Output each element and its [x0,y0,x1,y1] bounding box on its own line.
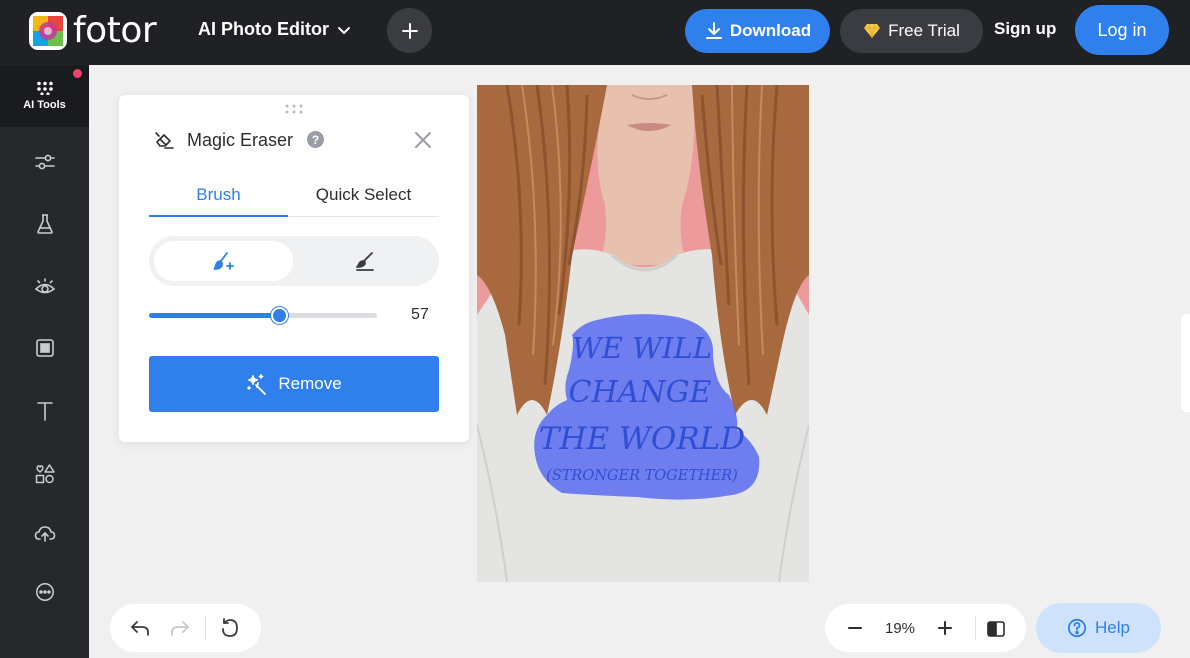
drag-handle-icon[interactable] [284,103,304,115]
sidebar-item-adjust[interactable] [0,131,89,193]
free-trial-label: Free Trial [888,21,960,40]
notification-dot [73,69,82,78]
magic-eraser-panel: Magic Eraser ? Brush Quick Select 57 Rem… [119,95,469,442]
question-circle-icon [1067,618,1087,638]
close-icon[interactable] [414,131,432,149]
add-button[interactable] [387,8,432,53]
download-button[interactable]: Download [685,9,830,53]
right-panel-handle[interactable] [1181,314,1190,412]
remove-label: Remove [278,374,342,393]
flask-icon [36,214,53,234]
compare-icon[interactable] [986,620,1006,638]
brush-erase-button[interactable] [295,241,434,281]
shirt-text-line-4: (STRONGER TOGETHER) [546,468,738,484]
zoom-level: 19% [885,620,916,637]
shirt-text-line-1: WE WILL [572,331,712,365]
sidebar-item-text[interactable] [0,380,89,442]
sidebar-item-frames[interactable] [0,317,89,379]
zoom-in-icon[interactable] [937,620,953,636]
sidebar-item-more[interactable] [0,561,89,623]
eraser-icon [155,132,174,149]
diamond-icon [864,23,881,39]
zoom-divider [975,616,976,640]
shirt-text-line-2: CHANGE [569,375,712,410]
editor-menu-dropdown[interactable]: AI Photo Editor [198,19,351,40]
zoom-controls: 19% [825,604,1026,652]
magic-wand-icon [247,374,267,395]
shirt-text-line-3: THE WORLD [539,421,745,457]
brush-add-button[interactable] [154,241,293,281]
log-in-label: Log in [1097,19,1147,40]
sign-up-link[interactable]: Sign up [994,19,1056,39]
canvas-photo[interactable]: WE WILL CHANGE THE WORLD (STRONGER TOGET… [477,85,809,582]
plus-icon [401,22,418,39]
undo-icon[interactable] [130,618,150,638]
active-tab-indicator [149,215,288,217]
brush-mode-toggle [149,236,439,286]
sidebar-item-label: AI Tools [23,99,66,111]
text-icon [36,402,53,421]
brush-size-slider[interactable] [149,307,377,324]
download-label: Download [729,21,812,40]
free-trial-button[interactable]: Free Trial [840,9,983,53]
help-label: Help [1095,618,1130,637]
photo-illustration: WE WILL CHANGE THE WORLD (STRONGER TOGET… [477,85,809,582]
sidebar-item-effects[interactable] [0,193,89,255]
history-divider [205,616,206,640]
sidebar-item-uploads[interactable] [0,502,89,564]
eye-icon [34,278,55,294]
brush-size-value: 57 [411,306,429,323]
history-controls [110,604,261,652]
tab-brush[interactable]: Brush [149,185,288,205]
tab-quick-select[interactable]: Quick Select [288,185,439,205]
shapes-icon [35,464,55,484]
panel-title: Magic Eraser [187,130,294,150]
more-icon [35,583,54,601]
help-badge-icon[interactable]: ? [307,131,324,148]
zoom-out-icon[interactable] [847,620,863,636]
help-button[interactable]: Help [1036,603,1161,653]
download-icon [705,22,722,39]
chevron-down-icon [337,26,350,34]
logo-text: fotor [73,10,157,51]
brush-size-slider-thumb[interactable] [271,307,288,324]
remove-button[interactable]: Remove [149,356,439,412]
sidebar-item-ai-tools[interactable]: AI Tools [0,65,89,127]
sliders-icon [34,154,55,170]
brush-size-slider-fill [149,313,279,318]
log-in-button[interactable]: Log in [1075,5,1169,55]
fotor-logo-icon [29,12,67,50]
redo-icon[interactable] [170,618,190,638]
brush-plus-icon [213,252,234,270]
reset-icon[interactable] [220,618,240,638]
frame-icon [35,339,54,357]
editor-menu-label: AI Photo Editor [198,19,329,39]
grid-dots-icon [36,81,53,95]
sidebar-item-elements[interactable] [0,443,89,505]
brush-minus-icon [355,252,374,271]
fotor-logo[interactable]: fotor [29,10,157,51]
top-bar: fotor AI Photo Editor Download Free Tria… [0,0,1190,65]
cloud-upload-icon [34,526,55,542]
left-sidebar: AI Tools [0,65,89,658]
sidebar-item-beauty[interactable] [0,256,89,318]
